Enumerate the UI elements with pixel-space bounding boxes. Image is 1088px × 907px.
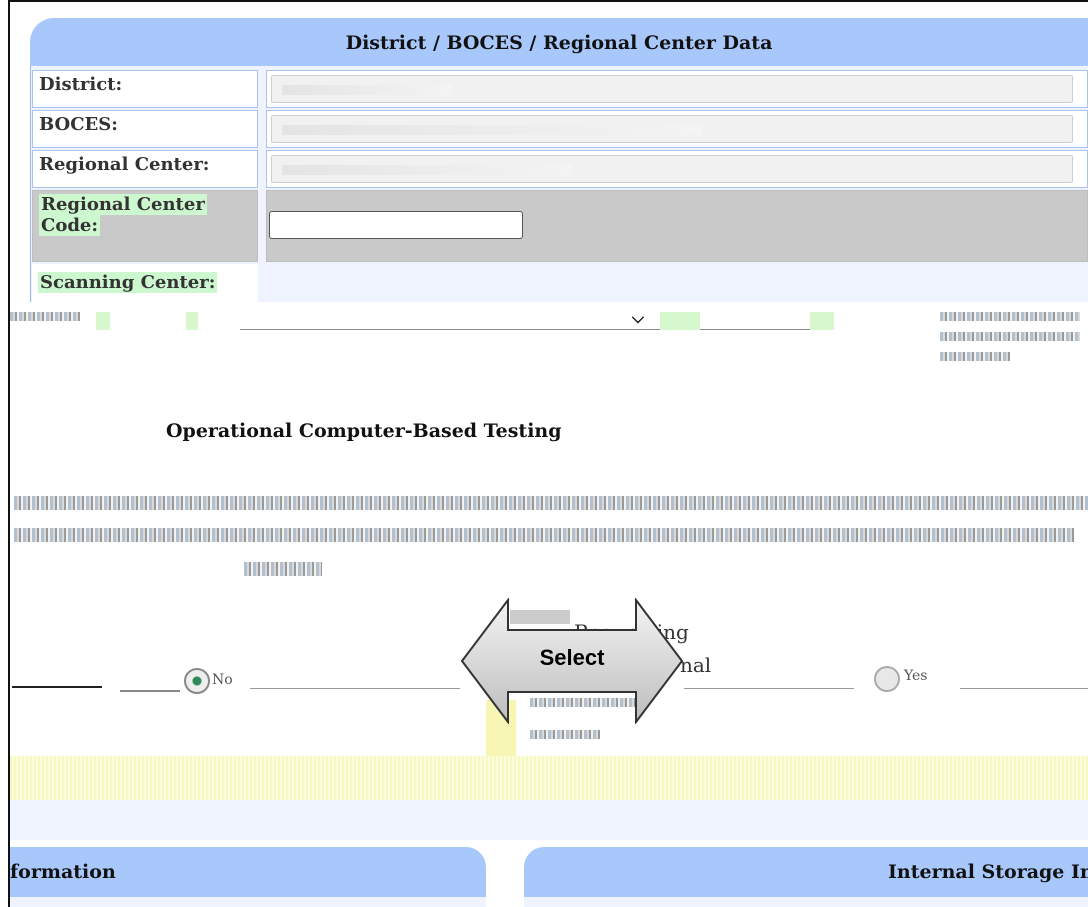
district-value-cell (266, 70, 1088, 108)
divider-line (120, 690, 180, 692)
regional-center-code-label: Regional Center Code: (32, 190, 258, 262)
divider-line (12, 686, 102, 688)
district-redacted-text (282, 85, 452, 95)
cbt-no-label: No (212, 672, 233, 688)
regional-center-value-cell (266, 150, 1088, 188)
boces-value-cell (266, 110, 1088, 148)
glitch-noise (10, 312, 80, 321)
boces-readonly-field (271, 115, 1073, 143)
divider-line (250, 688, 460, 689)
boces-row: BOCES: (32, 110, 1088, 148)
glitch-noise (530, 730, 600, 739)
scanning-center-label-cell: Scanning Center: (32, 264, 258, 304)
scanning-center-select[interactable]: ⌵ (240, 308, 834, 330)
glitch-block (96, 312, 110, 330)
regional-center-code-value-cell (266, 190, 1088, 262)
section-spacer (10, 800, 1088, 840)
glitch-noise (940, 352, 1010, 361)
boces-label: BOCES: (32, 110, 258, 148)
cbt-yes-label: Yes (904, 668, 928, 684)
highlight-band (10, 756, 1088, 800)
scanning-center-label: Scanning Center: (38, 272, 218, 293)
internal-storage-panel-body (524, 897, 1088, 907)
district-panel-title: District / BOCES / Regional Center Data (345, 32, 773, 54)
cbt-section-title: Operational Computer-Based Testing (166, 420, 562, 442)
regional-center-row: Regional Center: (32, 150, 1088, 188)
chevron-down-icon: ⌵ (631, 308, 644, 327)
scanning-center-row: Scanning Center: (32, 264, 1088, 304)
glitch-block (810, 312, 834, 330)
glitch-noise (940, 312, 1080, 321)
select-label: Select (539, 645, 605, 670)
district-row: District: (32, 70, 1088, 108)
district-label: District: (32, 70, 258, 108)
information-panel-body (10, 897, 486, 907)
glitch-noise (940, 332, 1080, 341)
glitch-block (186, 312, 198, 330)
cbt-description-glitch (14, 528, 1074, 542)
divider-line (960, 688, 1088, 689)
regional-center-redacted-text (282, 165, 572, 175)
boces-redacted-text (282, 125, 702, 135)
internal-storage-panel-title: Internal Storage In (888, 861, 1088, 883)
cbt-description-glitch (244, 562, 322, 576)
regional-center-readonly-field (271, 155, 1073, 183)
regional-center-label: Regional Center: (32, 150, 258, 188)
regional-center-code-label-line2: Code: (39, 215, 101, 236)
regional-center-code-label-line1: Regional Center (39, 194, 207, 215)
district-readonly-field (271, 75, 1073, 103)
district-panel-header: District / BOCES / Regional Center Data (30, 18, 1088, 68)
cbt-no-radio[interactable] (184, 668, 210, 694)
divider-line (684, 688, 854, 689)
cbt-description-glitch (14, 496, 1088, 510)
requesting-label-cont: nal (680, 653, 712, 677)
internal-storage-panel-header: Internal Storage In (524, 847, 1088, 897)
glitch-block (660, 312, 700, 330)
cbt-yes-radio[interactable] (874, 666, 900, 692)
regional-center-code-input[interactable] (269, 211, 523, 239)
information-panel-title: formation (10, 861, 116, 883)
information-panel-header: formation (10, 847, 486, 897)
window-top-border (8, 0, 1088, 2)
regional-center-code-row: Regional Center Code: (32, 190, 1088, 262)
